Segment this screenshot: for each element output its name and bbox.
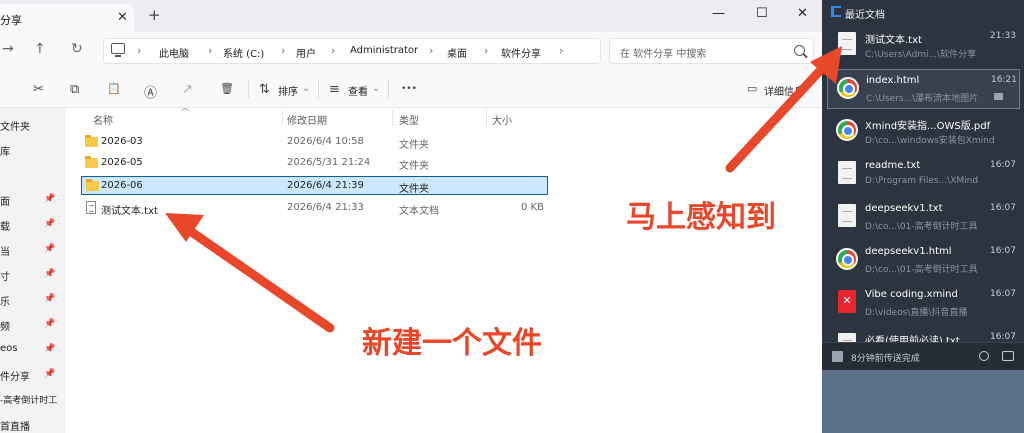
annotation-arrows [165,46,842,333]
arrow-to-recent-item [725,57,833,173]
arrow-to-new-file [178,221,335,333]
annotation-instant: 马上感知到 [626,200,776,235]
annotation-new-file: 新建一个文件 [362,326,542,361]
